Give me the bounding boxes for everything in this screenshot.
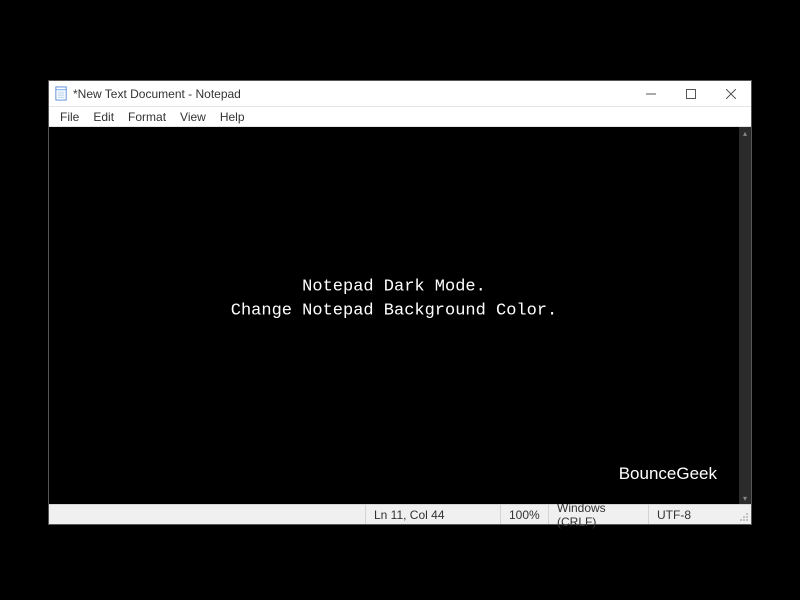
menu-edit[interactable]: Edit — [86, 108, 121, 126]
menu-help[interactable]: Help — [213, 108, 252, 126]
vertical-scrollbar[interactable]: ▴ ▾ — [739, 127, 751, 504]
close-button[interactable] — [711, 81, 751, 106]
watermark: BounceGeek — [619, 464, 717, 484]
status-zoom: 100% — [501, 505, 549, 524]
editor-line: Change Notepad Background Color. — [231, 300, 557, 325]
status-position: Ln 11, Col 44 — [366, 505, 501, 524]
resize-grip-icon[interactable] — [737, 505, 751, 524]
status-spacer — [49, 505, 366, 524]
notepad-icon — [53, 86, 69, 102]
minimize-button[interactable] — [631, 81, 671, 106]
notepad-window: *New Text Document - Notepad File Edit F… — [48, 80, 752, 525]
scroll-down-icon[interactable]: ▾ — [739, 492, 751, 504]
status-encoding: UTF-8 — [649, 505, 737, 524]
menu-view[interactable]: View — [173, 108, 213, 126]
text-editor[interactable]: Notepad Dark Mode. Change Notepad Backgr… — [49, 127, 739, 504]
status-line-ending: Windows (CRLF) — [549, 505, 649, 524]
menubar: File Edit Format View Help — [49, 107, 751, 127]
editor-wrap: Notepad Dark Mode. Change Notepad Backgr… — [49, 127, 751, 504]
statusbar: Ln 11, Col 44 100% Windows (CRLF) UTF-8 — [49, 504, 751, 524]
scroll-up-icon[interactable]: ▴ — [739, 127, 751, 139]
editor-content: Notepad Dark Mode. Change Notepad Backgr… — [231, 275, 557, 324]
window-title: *New Text Document - Notepad — [73, 87, 631, 101]
editor-line: Notepad Dark Mode. — [231, 275, 557, 300]
menu-file[interactable]: File — [53, 108, 86, 126]
window-controls — [631, 81, 751, 106]
menu-format[interactable]: Format — [121, 108, 173, 126]
titlebar: *New Text Document - Notepad — [49, 81, 751, 107]
maximize-button[interactable] — [671, 81, 711, 106]
